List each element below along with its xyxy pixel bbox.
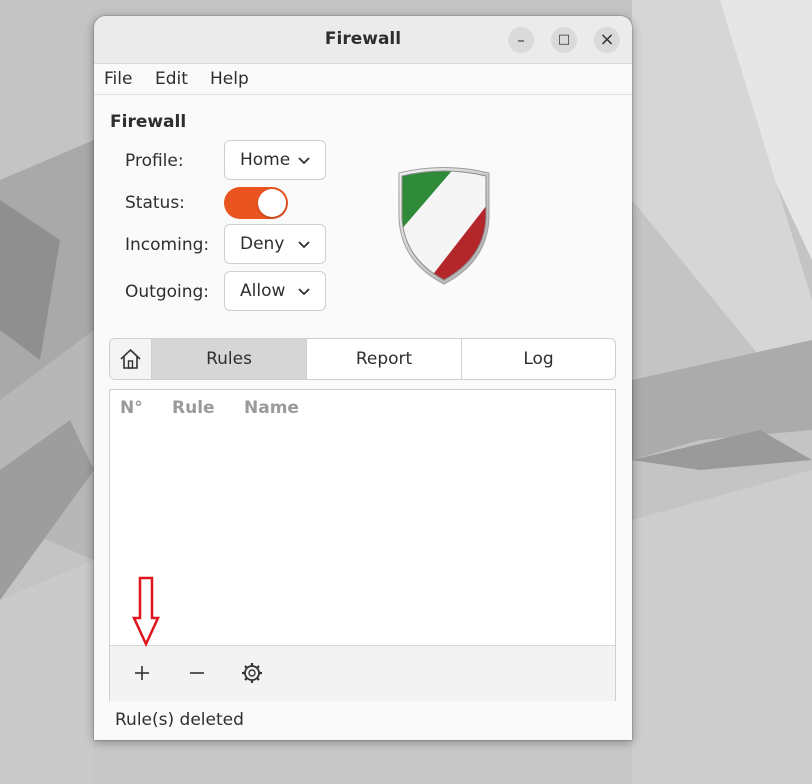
profile-label: Profile: <box>125 151 184 171</box>
home-icon <box>120 348 141 369</box>
menubar: File Edit Help <box>94 64 632 95</box>
menu-help[interactable]: Help <box>210 69 249 89</box>
rules-toolbar <box>110 645 615 701</box>
titlebar: Firewall – □ × <box>94 16 632 64</box>
gear-icon[interactable] <box>237 658 267 688</box>
tab-rules[interactable]: Rules <box>151 339 306 379</box>
tab-log[interactable]: Log <box>461 339 615 379</box>
status-toggle[interactable] <box>224 187 288 219</box>
profile-value: Home <box>240 150 291 170</box>
close-button[interactable]: × <box>594 27 620 53</box>
outgoing-label: Outgoing: <box>125 282 210 302</box>
section-title: Firewall <box>110 112 187 132</box>
chevron-down-icon <box>298 157 310 165</box>
column-header-number[interactable]: N° <box>120 398 143 418</box>
toggle-knob <box>258 189 286 217</box>
add-rule-button[interactable] <box>127 658 157 688</box>
firewall-window: Firewall – □ × File Edit Help Firewall P… <box>94 16 632 740</box>
maximize-button[interactable]: □ <box>551 27 577 53</box>
rules-table[interactable]: N° Rule Name <box>109 389 616 701</box>
tab-report[interactable]: Report <box>306 339 461 379</box>
tab-bar: Rules Report Log <box>109 338 616 380</box>
tab-home[interactable] <box>110 339 151 379</box>
outgoing-value: Allow <box>240 281 286 301</box>
incoming-value: Deny <box>240 234 285 254</box>
menu-file[interactable]: File <box>104 69 132 89</box>
incoming-label: Incoming: <box>125 235 210 255</box>
statusbar-text: Rule(s) deleted <box>115 710 244 730</box>
outgoing-dropdown[interactable]: Allow <box>224 271 326 311</box>
remove-rule-button[interactable] <box>182 658 212 688</box>
status-label: Status: <box>125 193 185 213</box>
chevron-down-icon <box>298 241 310 249</box>
menu-edit[interactable]: Edit <box>155 69 188 89</box>
profile-dropdown[interactable]: Home <box>224 140 326 180</box>
column-header-rule[interactable]: Rule <box>172 398 215 418</box>
column-header-name[interactable]: Name <box>244 398 299 418</box>
chevron-down-icon <box>298 288 310 296</box>
incoming-dropdown[interactable]: Deny <box>224 224 326 264</box>
minimize-button[interactable]: – <box>508 27 534 53</box>
firewall-shield-icon <box>398 167 490 285</box>
